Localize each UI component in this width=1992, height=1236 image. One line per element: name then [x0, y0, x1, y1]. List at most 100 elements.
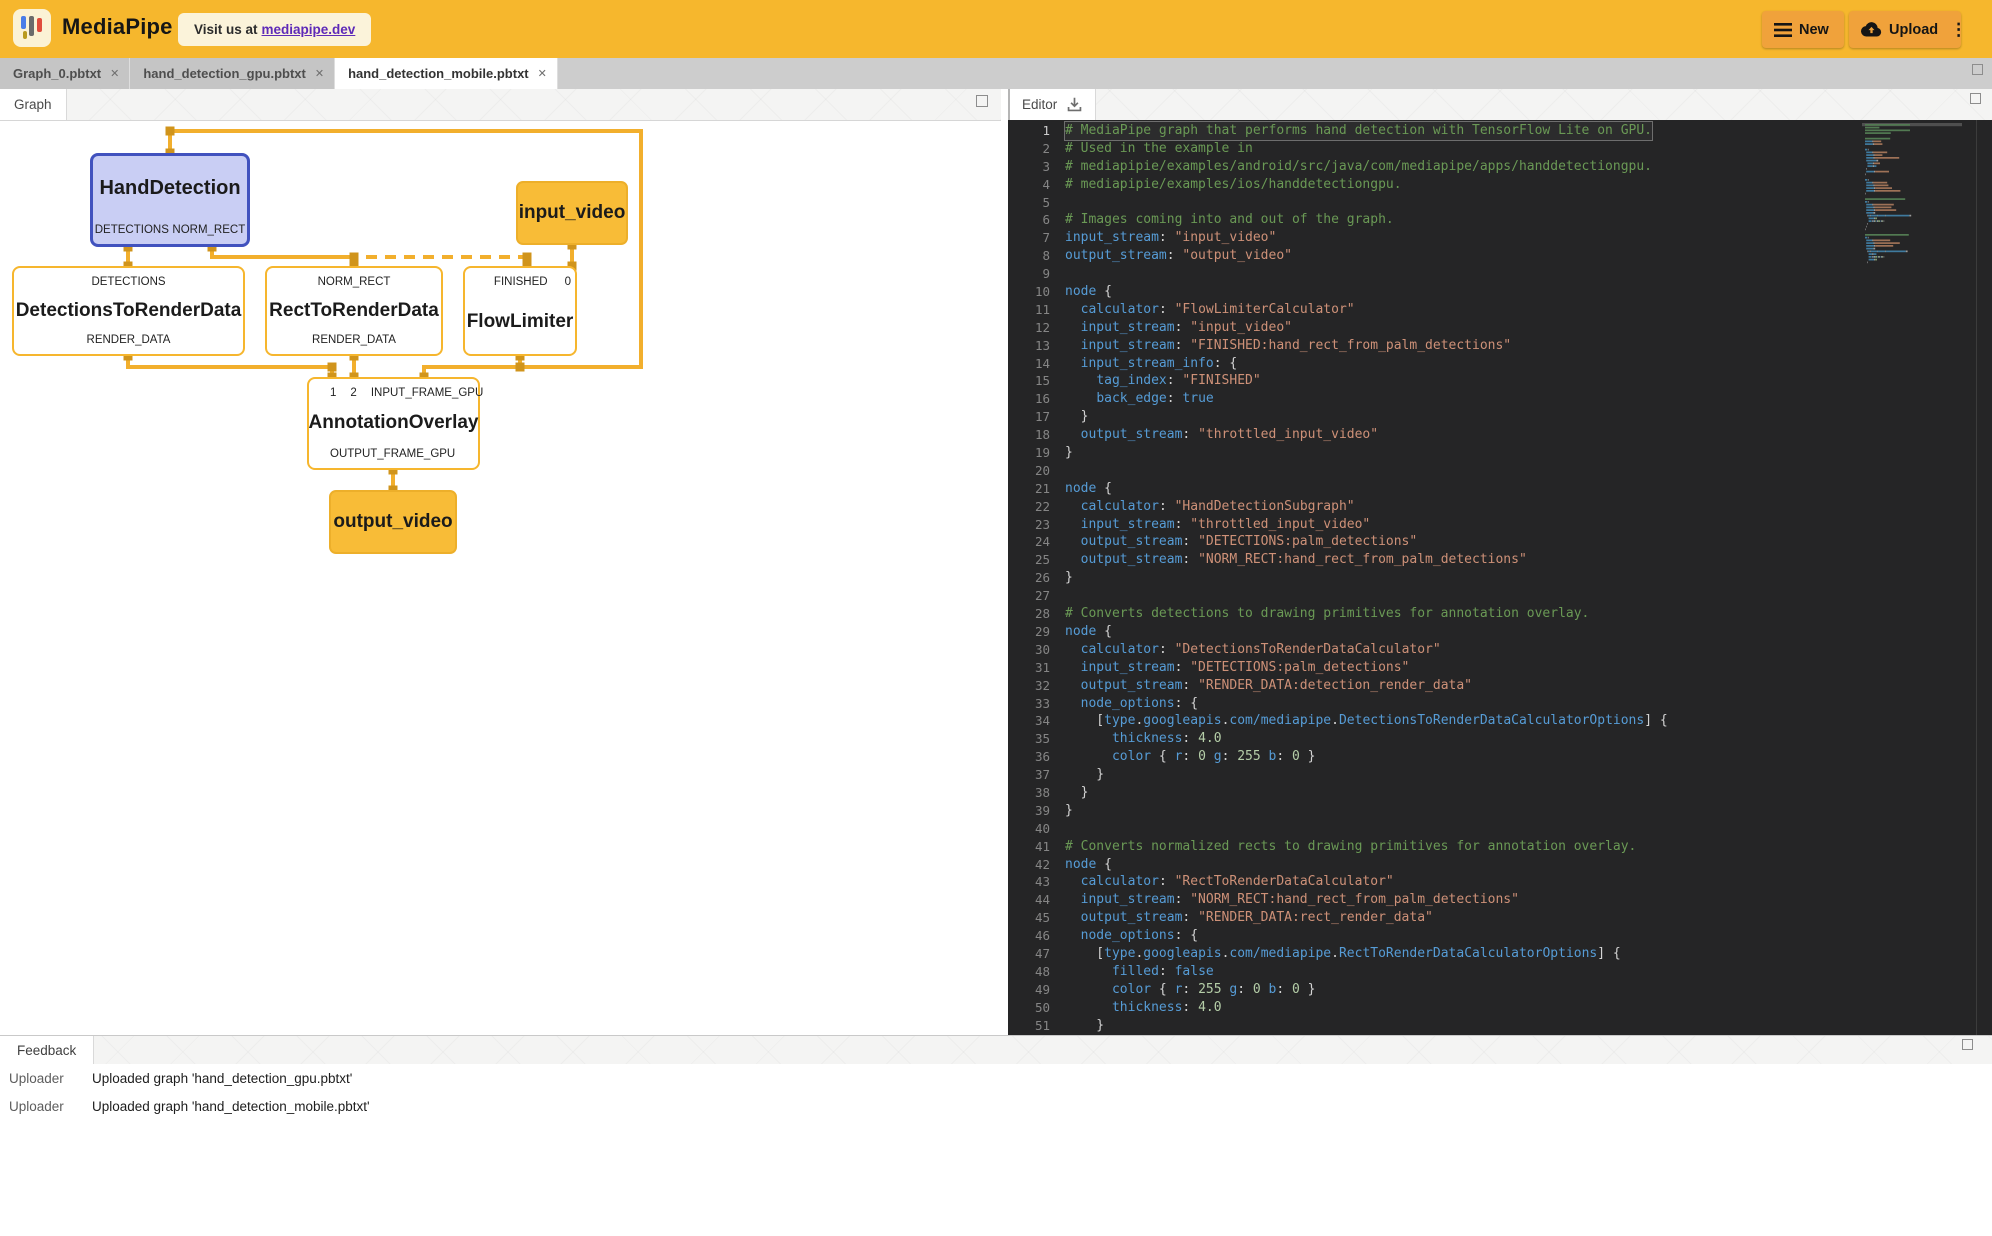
edge-connector: [350, 253, 359, 262]
code-line-4[interactable]: 4# mediapipie/examples/ios/handdetection…: [1008, 176, 1948, 194]
code-line-27[interactable]: 27: [1008, 587, 1948, 605]
code-line-17[interactable]: 17 }: [1008, 408, 1948, 426]
line-number: 25: [1008, 551, 1065, 569]
tab-feedback[interactable]: Feedback: [0, 1036, 94, 1065]
code-line-2[interactable]: 2# Used in the example in: [1008, 140, 1948, 158]
port-2: 2: [350, 387, 356, 399]
download-icon[interactable]: [1066, 96, 1083, 113]
line-number: 6: [1008, 211, 1065, 229]
code-line-26[interactable]: 26}: [1008, 569, 1948, 587]
code-line-31[interactable]: 31 input_stream: "DETECTIONS:palm_detect…: [1008, 659, 1948, 677]
code-line-43[interactable]: 43 calculator: "RectToRenderDataCalculat…: [1008, 873, 1948, 891]
line-number: 31: [1008, 659, 1065, 677]
code-line-50[interactable]: 50 thickness: 4.0: [1008, 999, 1948, 1017]
code-line-39[interactable]: 39}: [1008, 802, 1948, 820]
code-line-28[interactable]: 28# Converts detections to drawing primi…: [1008, 605, 1948, 623]
code-line-37[interactable]: 37 }: [1008, 766, 1948, 784]
code-line-20[interactable]: 20: [1008, 462, 1948, 480]
port-RENDER_DATA: RENDER_DATA: [312, 334, 396, 346]
editor-minimap[interactable]: [1862, 122, 1962, 422]
code-line-23[interactable]: 23 input_stream: "throttled_input_video": [1008, 516, 1948, 534]
graph-node-hand-detection[interactable]: HandDetectionDETECTIONSNORM_RECT: [90, 153, 250, 247]
code-line-25[interactable]: 25 output_stream: "NORM_RECT:hand_rect_f…: [1008, 551, 1948, 569]
code-line-16[interactable]: 16 back_edge: true: [1008, 390, 1948, 408]
code-line-11[interactable]: 11 calculator: "FlowLimiterCalculator": [1008, 301, 1948, 319]
code-line-51[interactable]: 51 }: [1008, 1017, 1948, 1035]
code-line-33[interactable]: 33 node_options: {: [1008, 695, 1948, 713]
code-line-42[interactable]: 42node {: [1008, 856, 1948, 874]
graph-node-input-video[interactable]: input_video: [516, 181, 628, 245]
rect-to-render-data-top-ports: NORM_RECT: [267, 273, 441, 290]
feedback-tab-label: Feedback: [17, 1043, 76, 1058]
code-line-19[interactable]: 19}: [1008, 444, 1948, 462]
code-line-34[interactable]: 34 [type.googleapis.com/mediapipe.Detect…: [1008, 712, 1948, 730]
code-line-45[interactable]: 45 output_stream: "RENDER_DATA:rect_rend…: [1008, 909, 1948, 927]
tab-editor[interactable]: Editor: [1008, 89, 1096, 120]
line-number: 26: [1008, 569, 1065, 587]
editor-maximize-icon[interactable]: [1970, 93, 1981, 104]
line-text: # Images coming into and out of the grap…: [1065, 211, 1394, 229]
rect-to-render-data-bottom-ports: RENDER_DATA: [267, 331, 441, 348]
detections-to-render-data-top-ports: DETECTIONS: [14, 273, 243, 290]
graph-node-rect-to-render-data[interactable]: NORM_RECTRectToRenderDataRENDER_DATA: [265, 266, 443, 356]
code-line-35[interactable]: 35 thickness: 4.0: [1008, 730, 1948, 748]
upload-button-label: Upload: [1889, 22, 1938, 38]
editor-scrollbar[interactable]: [1976, 120, 1977, 1035]
graph-node-detections-to-render-data[interactable]: DETECTIONSDetectionsToRenderDataRENDER_D…: [12, 266, 245, 356]
code-line-29[interactable]: 29node {: [1008, 623, 1948, 641]
code-line-36[interactable]: 36 color { r: 0 g: 255 b: 0 }: [1008, 748, 1948, 766]
maximize-top-right-icon[interactable]: [1972, 64, 1983, 75]
line-number: 12: [1008, 319, 1065, 337]
output-video-title: output_video: [333, 511, 452, 533]
line-text: output_stream: "RENDER_DATA:rect_render_…: [1065, 909, 1433, 927]
line-number: 1: [1008, 122, 1065, 140]
code-line-38[interactable]: 38 }: [1008, 784, 1948, 802]
code-line-5[interactable]: 5: [1008, 194, 1948, 212]
code-line-41[interactable]: 41# Converts normalized rects to drawing…: [1008, 838, 1948, 856]
code-line-1[interactable]: 1# MediaPipe graph that performs hand de…: [1008, 122, 1948, 140]
line-text: }: [1065, 569, 1073, 587]
code-line-49[interactable]: 49 color { r: 255 g: 0 b: 0 }: [1008, 981, 1948, 999]
feedback-source: Uploader: [0, 1099, 92, 1114]
port-NORM_RECT: NORM_RECT: [172, 224, 245, 236]
new-button[interactable]: New: [1762, 11, 1844, 48]
code-line-3[interactable]: 3# mediapipie/examples/android/src/java/…: [1008, 158, 1948, 176]
line-text: input_stream_info: {: [1065, 355, 1237, 373]
graph-edge-back: [366, 257, 527, 266]
line-text: node_options: {: [1065, 927, 1198, 945]
code-line-13[interactable]: 13 input_stream: "FINISHED:hand_rect_fro…: [1008, 337, 1948, 355]
code-line-30[interactable]: 30 calculator: "DetectionsToRenderDataCa…: [1008, 641, 1948, 659]
code-line-9[interactable]: 9: [1008, 265, 1948, 283]
upload-button[interactable]: Upload ⋮: [1849, 11, 1961, 48]
line-text: color { r: 255 g: 0 b: 0 }: [1065, 981, 1316, 999]
line-number: 42: [1008, 856, 1065, 874]
feedback-maximize-icon[interactable]: [1962, 1039, 1973, 1050]
upload-menu-kebab-icon[interactable]: ⋮: [1950, 20, 1967, 40]
code-line-47[interactable]: 47 [type.googleapis.com/mediapipe.RectTo…: [1008, 945, 1948, 963]
code-line-21[interactable]: 21node {: [1008, 480, 1948, 498]
code-line-18[interactable]: 18 output_stream: "throttled_input_video…: [1008, 426, 1948, 444]
code-line-44[interactable]: 44 input_stream: "NORM_RECT:hand_rect_fr…: [1008, 891, 1948, 909]
code-line-8[interactable]: 8output_stream: "output_video": [1008, 247, 1948, 265]
code-line-40[interactable]: 40: [1008, 820, 1948, 838]
code-line-32[interactable]: 32 output_stream: "RENDER_DATA:detection…: [1008, 677, 1948, 695]
line-number: 41: [1008, 838, 1065, 856]
code-line-24[interactable]: 24 output_stream: "DETECTIONS:palm_detec…: [1008, 533, 1948, 551]
code-line-15[interactable]: 15 tag_index: "FINISHED": [1008, 372, 1948, 390]
graph-node-annotation-overlay[interactable]: 12INPUT_FRAME_GPUAnnotationOverlayOUTPUT…: [307, 377, 480, 470]
code-line-7[interactable]: 7input_stream: "input_video": [1008, 229, 1948, 247]
graph-node-output-video[interactable]: output_video: [329, 490, 457, 554]
graph-edge: [128, 356, 332, 377]
line-text: }: [1065, 802, 1073, 820]
code-line-14[interactable]: 14 input_stream_info: {: [1008, 355, 1948, 373]
graph-node-flow-limiter[interactable]: FINISHED0FlowLimiter: [463, 266, 577, 356]
code-editor[interactable]: 1# MediaPipe graph that performs hand de…: [1008, 120, 1992, 1035]
code-line-46[interactable]: 46 node_options: {: [1008, 927, 1948, 945]
code-line-48[interactable]: 48 filled: false: [1008, 963, 1948, 981]
line-text: input_stream: "DETECTIONS:palm_detection…: [1065, 659, 1409, 677]
code-line-6[interactable]: 6# Images coming into and out of the gra…: [1008, 211, 1948, 229]
code-line-22[interactable]: 22 calculator: "HandDetectionSubgraph": [1008, 498, 1948, 516]
code-line-10[interactable]: 10node {: [1008, 283, 1948, 301]
mediapipe-visualizer-window: MediaPipe Visit us at mediapipe.dev New: [0, 0, 1992, 1236]
code-line-12[interactable]: 12 input_stream: "input_video": [1008, 319, 1948, 337]
